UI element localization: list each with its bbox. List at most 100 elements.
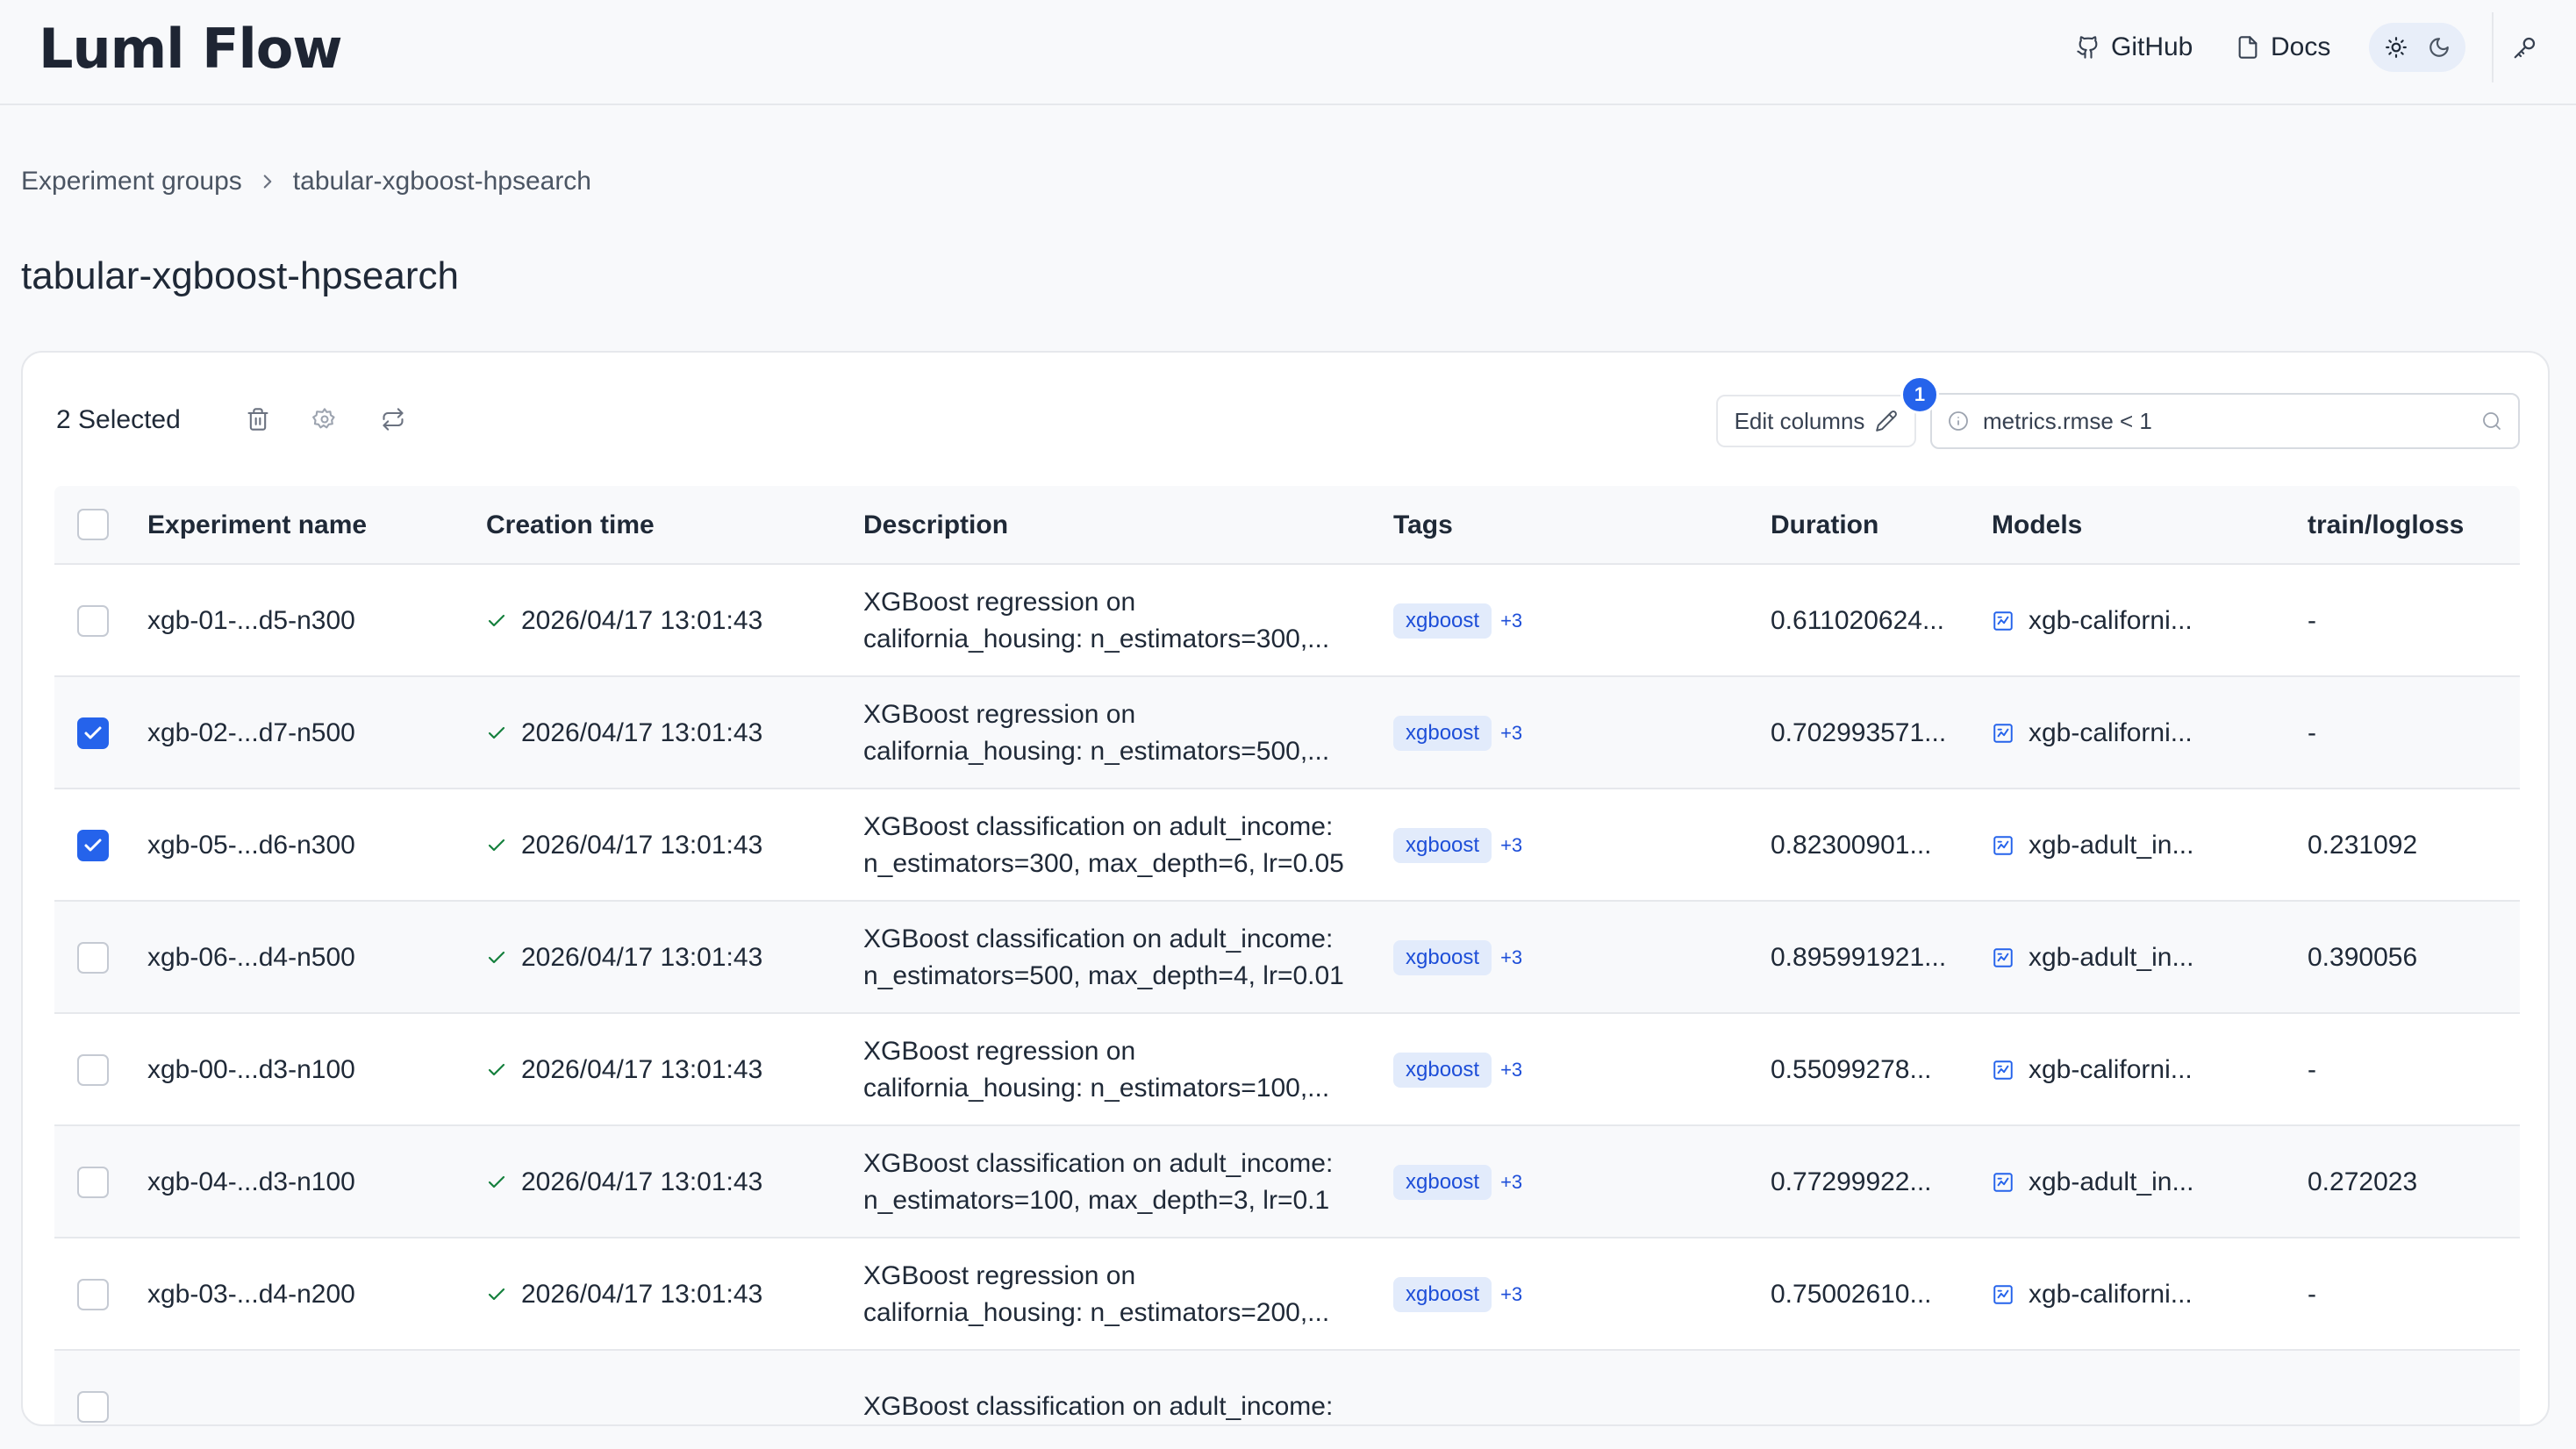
tags-cell: xgboost +3 [1393,902,1522,1014]
app-logo[interactable]: Luml Flow [39,16,343,82]
column-header-metric[interactable]: train/logloss [2308,486,2464,565]
model-cell[interactable]: xgb-californi... [1992,677,2193,789]
description-line-2: california_housing: n_estimators=300,... [863,625,1330,653]
creation-time-text: 2026/04/17 13:01:43 [521,1280,763,1309]
light-mode-button[interactable] [2377,28,2415,67]
filter-search[interactable] [1930,393,2520,449]
breadcrumb-root[interactable]: Experiment groups [21,167,242,196]
row-checkbox[interactable] [77,830,109,861]
column-header-duration[interactable]: Duration [1771,486,1878,565]
description-line-2: california_housing: n_estimators=200,... [863,1298,1330,1327]
model-icon [1993,1285,2013,1304]
experiment-name[interactable]: xgb-00-...d3-n100 [147,1014,355,1126]
row-checkbox[interactable] [77,1054,109,1086]
description: XGBoost regression on california_housing… [863,565,1363,677]
document-icon [2238,36,2258,59]
model-name: xgb-adult_in... [2029,831,2194,860]
delete-button[interactable] [240,402,275,437]
table-row[interactable]: XGBoost classification on adult_income: [54,1351,2520,1424]
table-row[interactable]: xgb-01-...d5-n300 2026/04/17 13:01:43 XG… [54,565,2520,677]
success-check-icon [488,951,505,964]
creation-time-text: 2026/04/17 13:01:43 [521,831,763,860]
tag-more-count[interactable]: +3 [1500,722,1522,745]
filter-input[interactable] [1983,407,2467,435]
column-header-created[interactable]: Creation time [486,486,655,565]
experiment-name[interactable]: xgb-01-...d5-n300 [147,565,355,677]
creation-time: 2026/04/17 13:01:43 [486,1014,762,1126]
tag-more-count[interactable]: +3 [1500,946,1522,969]
select-all-checkbox[interactable] [77,509,109,540]
model-name: xgb-californi... [2029,606,2193,635]
metric-value: - [2308,718,2316,747]
creation-time-text: 2026/04/17 13:01:43 [521,606,763,635]
experiment-name[interactable]: xgb-05-...d6-n300 [147,789,355,902]
column-header-models[interactable]: Models [1992,486,2082,565]
github-icon [2077,36,2098,59]
description-line-1: XGBoost regression on [863,1037,1136,1066]
tag-more-count[interactable]: +3 [1500,1059,1522,1081]
row-checkbox[interactable] [77,1391,109,1423]
tag-more-count[interactable]: +3 [1500,1171,1522,1194]
app-header: Luml Flow GitHub Docs [0,0,2576,105]
description-line-1: XGBoost regression on [863,1261,1136,1290]
table-row[interactable]: xgb-02-...d7-n500 2026/04/17 13:01:43 XG… [54,677,2520,789]
edit-columns-button[interactable]: Edit columns [1716,395,1916,447]
theme-toggle[interactable] [2369,23,2465,72]
description: XGBoost regression on california_housing… [863,1014,1363,1126]
key-icon [2514,37,2536,59]
tags-cell: xgboost +3 [1393,1238,1522,1351]
description-line-1: XGBoost classification on adult_income: [863,1392,1334,1421]
success-check-icon [488,839,505,852]
model-cell[interactable]: xgb-adult_in... [1992,902,2193,1014]
table-row[interactable]: xgb-04-...d3-n100 2026/04/17 13:01:43 XG… [54,1126,2520,1238]
metric-value: 0.231092 [2308,831,2418,860]
github-link[interactable]: GitHub [2076,26,2193,68]
breadcrumb: Experiment groups tabular-xgboost-hpsear… [21,167,591,196]
model-cell[interactable] [1992,1351,2029,1424]
api-key-button[interactable] [2492,12,2557,82]
dark-mode-button[interactable] [2420,28,2458,67]
model-cell[interactable]: xgb-californi... [1992,565,2193,677]
table-body: xgb-01-...d5-n300 2026/04/17 13:01:43 XG… [54,565,2520,1424]
table-row[interactable]: xgb-00-...d3-n100 2026/04/17 13:01:43 XG… [54,1014,2520,1126]
experiment-name[interactable]: xgb-04-...d3-n100 [147,1126,355,1238]
model-cell[interactable]: xgb-adult_in... [1992,789,2193,902]
column-header-description[interactable]: Description [863,486,1008,565]
model-cell[interactable]: xgb-adult_in... [1992,1126,2193,1238]
table-row[interactable]: xgb-06-...d4-n500 2026/04/17 13:01:43 XG… [54,902,2520,1014]
metric-value: 0.390056 [2308,943,2418,972]
model-icon [1993,611,2013,631]
row-checkbox[interactable] [77,942,109,974]
model-cell[interactable]: xgb-californi... [1992,1014,2193,1126]
row-checkbox[interactable] [77,1279,109,1310]
table-row[interactable]: xgb-05-...d6-n300 2026/04/17 13:01:43 XG… [54,789,2520,902]
column-header-tags[interactable]: Tags [1393,486,1453,565]
description-line-1: XGBoost regression on [863,588,1136,617]
info-icon [1949,411,1968,431]
experiments-card: 2 Selected Edit columns 1 Experiment nam… [21,351,2550,1426]
column-header-name[interactable]: Experiment name [147,486,367,565]
tag-more-count[interactable]: +3 [1500,834,1522,857]
docs-link[interactable]: Docs [2236,26,2330,68]
settings-button[interactable] [307,402,342,437]
selected-count: 2 Selected [56,405,181,434]
creation-time: 2026/04/17 13:01:43 [486,1126,762,1238]
moon-icon [2429,38,2449,57]
tag-badge: xgboost [1393,1165,1492,1200]
creation-time-text: 2026/04/17 13:01:43 [521,1055,763,1084]
experiment-name[interactable]: xgb-03-...d4-n200 [147,1238,355,1351]
compare-button[interactable] [376,402,411,437]
tag-more-count[interactable]: +3 [1500,610,1522,632]
experiment-name[interactable]: xgb-06-...d4-n500 [147,902,355,1014]
experiments-table: Experiment name Creation time Descriptio… [54,486,2520,1424]
page-title: tabular-xgboost-hpsearch [21,254,459,297]
tag-more-count[interactable]: +3 [1500,1283,1522,1306]
row-checkbox[interactable] [77,1167,109,1198]
model-cell[interactable]: xgb-californi... [1992,1238,2193,1351]
tags-cell: xgboost +3 [1393,1014,1522,1126]
row-checkbox[interactable] [77,605,109,637]
experiment-name[interactable]: xgb-02-...d7-n500 [147,677,355,789]
row-checkbox[interactable] [77,717,109,749]
table-row[interactable]: xgb-03-...d4-n200 2026/04/17 13:01:43 XG… [54,1238,2520,1351]
model-icon [1993,1173,2013,1192]
